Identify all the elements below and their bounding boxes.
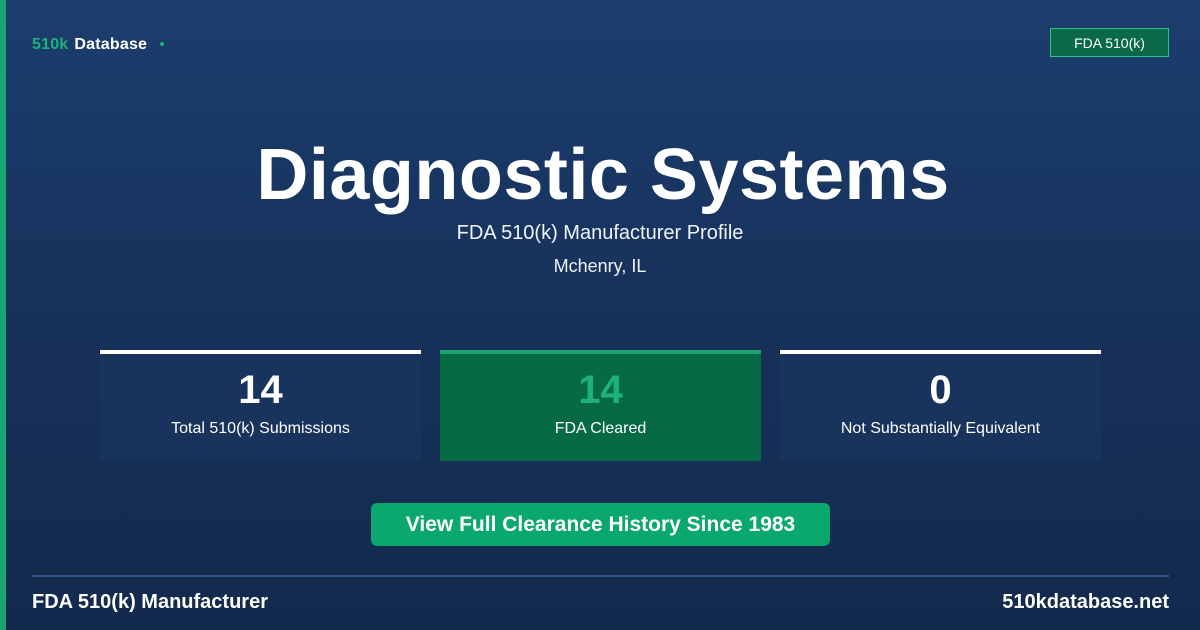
hero-section: Diagnostic Systems FDA 510(k) Manufactur… <box>0 130 1200 278</box>
stat-label: Not Substantially Equivalent <box>840 420 1041 437</box>
brand-logo[interactable]: 510k Database <box>32 36 165 54</box>
manufacturer-location: Mchenry, IL <box>553 256 647 276</box>
view-clearance-history-button[interactable]: View Full Clearance History Since 1983 <box>371 503 830 546</box>
brand-accent-text: 510k <box>32 36 69 53</box>
stat-label: Total 510(k) Submissions <box>171 420 350 437</box>
brand-dot-icon <box>160 42 165 46</box>
page-subtitle: FDA 510(k) Manufacturer Profile <box>456 222 744 244</box>
footer-divider <box>32 575 1169 577</box>
stat-card-fda-cleared: 14 FDA Cleared <box>440 350 761 461</box>
stat-card-total-submissions: 14 Total 510(k) Submissions <box>100 350 421 461</box>
page-title: Diagnostic Systems <box>256 135 950 215</box>
stat-label: FDA Cleared <box>554 420 647 437</box>
left-accent-bar <box>0 0 6 630</box>
fda-510k-badge: FDA 510(k) <box>1050 28 1169 57</box>
footer-site-link[interactable]: 510kdatabase.net <box>1002 591 1169 614</box>
stat-card-not-substantially-equivalent: 0 Not Substantially Equivalent <box>780 350 1101 461</box>
footer-category-label: FDA 510(k) Manufacturer <box>32 591 268 613</box>
brand-name-text: Database <box>74 36 148 53</box>
stat-value: 14 <box>238 368 283 412</box>
stats-row: 14 Total 510(k) Submissions 14 FDA Clear… <box>100 350 1101 461</box>
stat-value: 0 <box>929 368 952 412</box>
stat-value: 14 <box>578 368 623 412</box>
